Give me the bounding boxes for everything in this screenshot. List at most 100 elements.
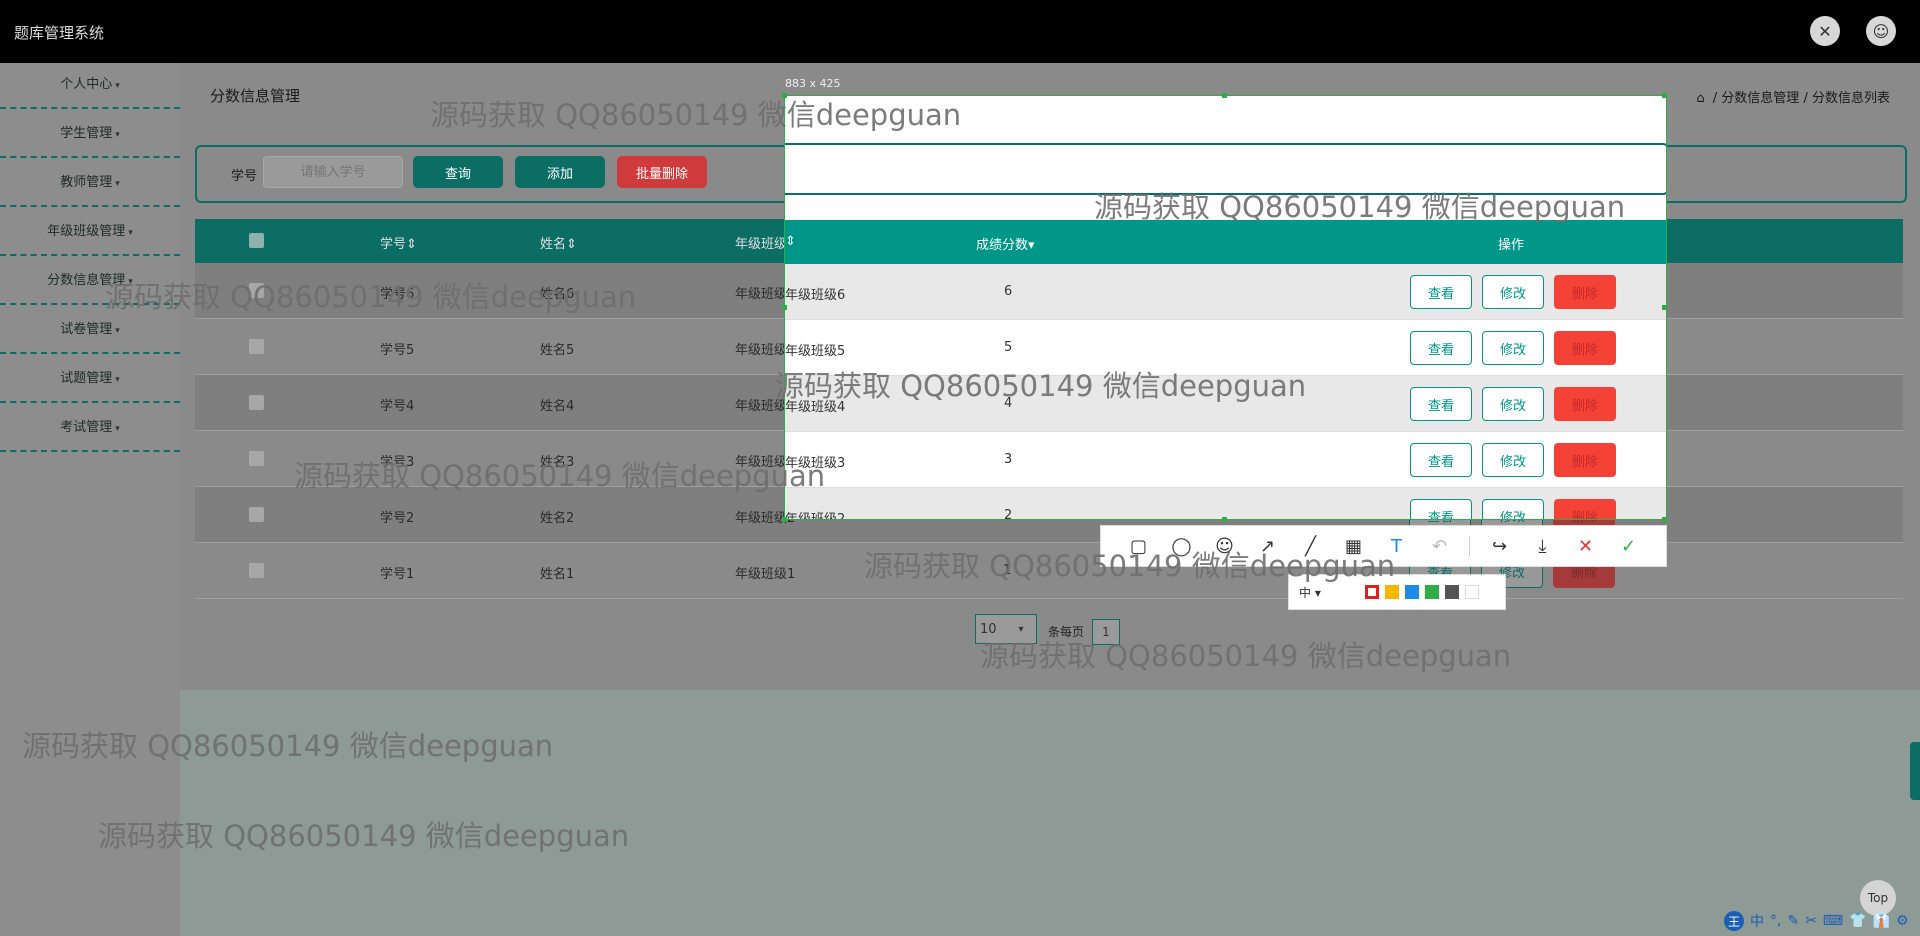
side-drawer-tab[interactable] <box>1910 742 1920 800</box>
color-swatch-yellow[interactable] <box>1385 585 1399 599</box>
color-swatch-blue[interactable] <box>1405 585 1419 599</box>
watermark-text: 源码获取 QQ86050149 微信deepguan <box>98 819 630 853</box>
sort-desc-icon: ▾ <box>1028 238 1035 253</box>
delete-button[interactable]: 删除 <box>1554 443 1616 477</box>
row-checkbox[interactable] <box>249 563 264 578</box>
top-header: 题库管理系统 ✕ ☺ <box>0 0 1920 55</box>
ime-handwrite-icon[interactable]: ✎ <box>1787 913 1799 929</box>
row-checkbox[interactable] <box>249 451 264 466</box>
cell-score: 3 <box>1004 452 1013 467</box>
sidebar-item-papers[interactable]: 试卷管理 ▾ <box>0 310 180 354</box>
sidebar-item-exams[interactable]: 考试管理 ▾ <box>0 408 180 452</box>
breadcrumb-item: 分数信息列表 <box>1811 91 1890 106</box>
ime-keyboard-icon[interactable]: ⌨ <box>1823 913 1843 929</box>
ime-settings-icon[interactable]: ⚙ <box>1896 913 1909 929</box>
sidebar-item-label: 考试管理 <box>60 420 113 435</box>
sidebar-item-students[interactable]: 学生管理 ▾ <box>0 114 180 158</box>
resize-handle[interactable] <box>1662 305 1667 310</box>
sort-icon: ⇕ <box>566 237 577 252</box>
cell-student-id: 学号5 <box>380 343 415 358</box>
watermark-text: 源码获取 QQ86050149 微信deepguan <box>22 729 554 763</box>
view-button[interactable]: 查看 <box>1410 387 1472 421</box>
undo-icon[interactable]: ↶ <box>1418 536 1461 557</box>
edit-button[interactable]: 修改 <box>1482 443 1544 477</box>
breadcrumb: ⌂ / 分数信息管理 / 分数信息列表 <box>1696 87 1890 106</box>
query-button[interactable]: 查询 <box>413 156 503 188</box>
save-icon[interactable]: ⤓ <box>1521 536 1564 557</box>
delete-button[interactable]: 删除 <box>1554 387 1616 421</box>
settings-avatar-icon[interactable]: ✕ <box>1810 16 1840 46</box>
color-swatch-green[interactable] <box>1425 585 1439 599</box>
share-icon[interactable]: ↪ <box>1478 536 1521 557</box>
header-score: 成绩分数▾ <box>976 234 1035 253</box>
cell-class: 年级班级5 <box>785 344 846 359</box>
resize-handle[interactable] <box>1222 93 1227 98</box>
student-id-input[interactable] <box>263 156 403 188</box>
chevron-down-icon: ▾ <box>128 228 133 238</box>
ime-toolbox-icon[interactable]: 👔 <box>1873 913 1890 929</box>
color-swatch-white[interactable] <box>1465 585 1479 599</box>
chevron-down-icon: ▾ <box>115 81 120 91</box>
ime-punctuation-icon[interactable]: °, <box>1770 913 1781 929</box>
view-button[interactable]: 查看 <box>1410 499 1472 519</box>
row-checkbox[interactable] <box>249 395 264 410</box>
breadcrumb-separator: / <box>1712 91 1718 106</box>
row-checkbox[interactable] <box>249 339 264 354</box>
sidebar-item-questions[interactable]: 试题管理 ▾ <box>0 359 180 403</box>
cell-name: 姓名4 <box>540 399 575 414</box>
page-title: 分数信息管理 <box>210 87 301 105</box>
font-size-select[interactable]: 中 ▾ <box>1299 584 1359 601</box>
header-label: 年级班级 <box>735 237 788 252</box>
capture-selection[interactable]: ⇕ 成绩分数▾ 操作 年级班级6 6 查看 修改 删除 年级班级5 5 查看 修… <box>784 95 1667 520</box>
app-title: 题库管理系统 <box>14 24 105 42</box>
home-icon[interactable]: ⌂ <box>1696 91 1704 106</box>
resize-handle[interactable] <box>782 517 787 522</box>
ime-logo-icon[interactable]: 王 <box>1724 911 1744 931</box>
sidebar-item-label: 教师管理 <box>60 175 113 190</box>
header-name[interactable]: 姓名⇕ <box>540 233 577 252</box>
ime-screenshot-icon[interactable]: ✂ <box>1805 913 1817 929</box>
add-button[interactable]: 添加 <box>515 156 605 188</box>
resize-handle[interactable] <box>1662 93 1667 98</box>
font-size-value: 中 <box>1299 585 1312 600</box>
delete-button[interactable]: 删除 <box>1554 331 1616 365</box>
resize-handle[interactable] <box>1662 517 1667 522</box>
view-button[interactable]: 查看 <box>1410 331 1472 365</box>
header-actions: 操作 <box>1498 238 1525 253</box>
edit-button[interactable]: 修改 <box>1482 387 1544 421</box>
watermark-text: 源码获取 QQ86050149 微信deepguan <box>864 549 1396 583</box>
header-divider <box>0 55 1920 63</box>
chevron-down-icon: ▾ <box>115 130 120 140</box>
batch-delete-button[interactable]: 批量删除 <box>617 156 707 188</box>
select-all-checkbox[interactable] <box>249 233 264 248</box>
color-swatch-gray[interactable] <box>1445 585 1459 599</box>
ime-chinese-mode[interactable]: 中 <box>1750 911 1764 931</box>
view-button[interactable]: 查看 <box>1410 443 1472 477</box>
delete-button[interactable]: 删除 <box>1554 275 1616 309</box>
cell-name: 姓名1 <box>540 567 575 582</box>
cell-score: 6 <box>1004 284 1013 299</box>
cell-name: 姓名5 <box>540 343 575 358</box>
sidebar-item-teachers[interactable]: 教师管理 ▾ <box>0 163 180 207</box>
edit-button[interactable]: 修改 <box>1482 275 1544 309</box>
ime-skin-icon[interactable]: 👕 <box>1849 913 1866 929</box>
cell-student-id: 学号4 <box>380 399 415 414</box>
user-avatar-icon[interactable]: ☺ <box>1866 16 1896 46</box>
cell-student-id: 学号2 <box>380 511 415 526</box>
cell-score: 2 <box>1004 508 1013 520</box>
sidebar-item-classes[interactable]: 年级班级管理 ▾ <box>0 212 180 256</box>
confirm-icon[interactable]: ✓ <box>1607 536 1650 557</box>
edit-button[interactable]: 修改 <box>1482 499 1544 519</box>
edit-button[interactable]: 修改 <box>1482 331 1544 365</box>
resize-handle[interactable] <box>782 305 787 310</box>
cancel-icon[interactable]: ✕ <box>1564 536 1607 557</box>
color-swatch-red[interactable] <box>1365 585 1379 599</box>
view-button[interactable]: 查看 <box>1410 275 1472 309</box>
breadcrumb-item[interactable]: 分数信息管理 <box>1721 91 1799 106</box>
delete-button[interactable]: 删除 <box>1554 499 1616 519</box>
chevron-down-icon: ▾ <box>115 424 120 434</box>
resize-handle[interactable] <box>1222 517 1227 522</box>
row-checkbox[interactable] <box>249 507 264 522</box>
sidebar-item-personal-center[interactable]: 个人中心 ▾ <box>0 65 180 109</box>
header-student-id[interactable]: 学号⇕ <box>380 233 417 252</box>
